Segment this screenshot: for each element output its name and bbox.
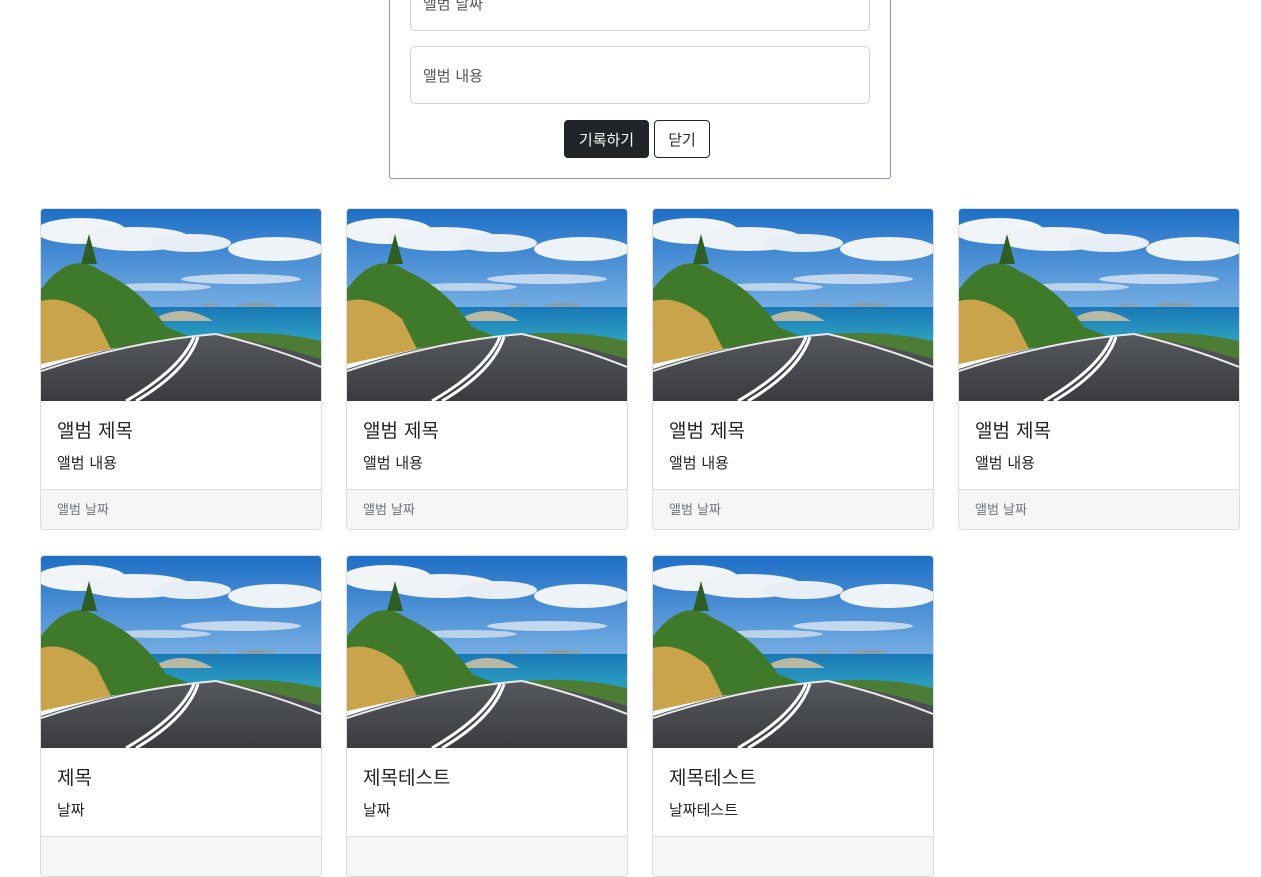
album-photo xyxy=(653,556,933,748)
album-card-text: 날짜 xyxy=(363,801,391,819)
album-card-footer: 앨범 날짜 xyxy=(347,489,627,529)
album-photo xyxy=(347,556,627,748)
album-photo xyxy=(41,556,321,748)
album-card-title: 제목테스트 xyxy=(669,767,757,789)
album-form-panel: 앨범 날짜 앨범 내용 기록하기 닫기 xyxy=(389,0,891,179)
album-card-text: 날짜테스트 xyxy=(669,801,739,819)
album-card-text: 앨범 내용 xyxy=(975,454,1035,472)
album-card-footer: 앨범 날짜 xyxy=(41,489,321,529)
album-card-title: 앨범 제목 xyxy=(363,420,439,442)
album-card-text: 날짜 xyxy=(57,801,85,819)
album-card-title: 앨범 제목 xyxy=(669,420,745,442)
album-card[interactable]: 앨범 제목 앨범 내용 앨범 날짜 xyxy=(40,208,322,530)
album-card-footer xyxy=(653,836,933,876)
album-card-footer: 앨범 날짜 xyxy=(959,489,1239,529)
record-button[interactable]: 기록하기 xyxy=(564,120,649,158)
album-content-field[interactable]: 앨범 내용 xyxy=(410,46,870,104)
album-photo xyxy=(41,209,321,401)
album-date-placeholder: 앨범 날짜 xyxy=(423,0,483,13)
album-content-placeholder: 앨범 내용 xyxy=(423,66,483,85)
album-photo xyxy=(347,209,627,401)
album-date-field[interactable]: 앨범 날짜 xyxy=(410,0,870,31)
album-card[interactable]: 앨범 제목 앨범 내용 앨범 날짜 xyxy=(346,208,628,530)
album-card-footer xyxy=(347,836,627,876)
album-card[interactable]: 제목테스트 날짜테스트 xyxy=(652,555,934,877)
album-photo xyxy=(959,209,1239,401)
album-card[interactable]: 제목테스트 날짜 xyxy=(346,555,628,877)
album-card-title: 제목 xyxy=(57,767,92,789)
album-card-title: 앨범 제목 xyxy=(975,420,1051,442)
close-button[interactable]: 닫기 xyxy=(654,120,710,158)
album-card-text: 앨범 내용 xyxy=(57,454,117,472)
album-card[interactable]: 앨범 제목 앨범 내용 앨범 날짜 xyxy=(652,208,934,530)
album-card-footer: 앨범 날짜 xyxy=(653,489,933,529)
album-card-title: 앨범 제목 xyxy=(57,420,133,442)
album-photo xyxy=(653,209,933,401)
album-card-text: 앨범 내용 xyxy=(363,454,423,472)
album-card[interactable]: 제목 날짜 xyxy=(40,555,322,877)
album-card-footer xyxy=(41,836,321,876)
album-card[interactable]: 앨범 제목 앨범 내용 앨범 날짜 xyxy=(958,208,1240,530)
album-card-title: 제목테스트 xyxy=(363,767,451,789)
album-card-text: 앨범 내용 xyxy=(669,454,729,472)
